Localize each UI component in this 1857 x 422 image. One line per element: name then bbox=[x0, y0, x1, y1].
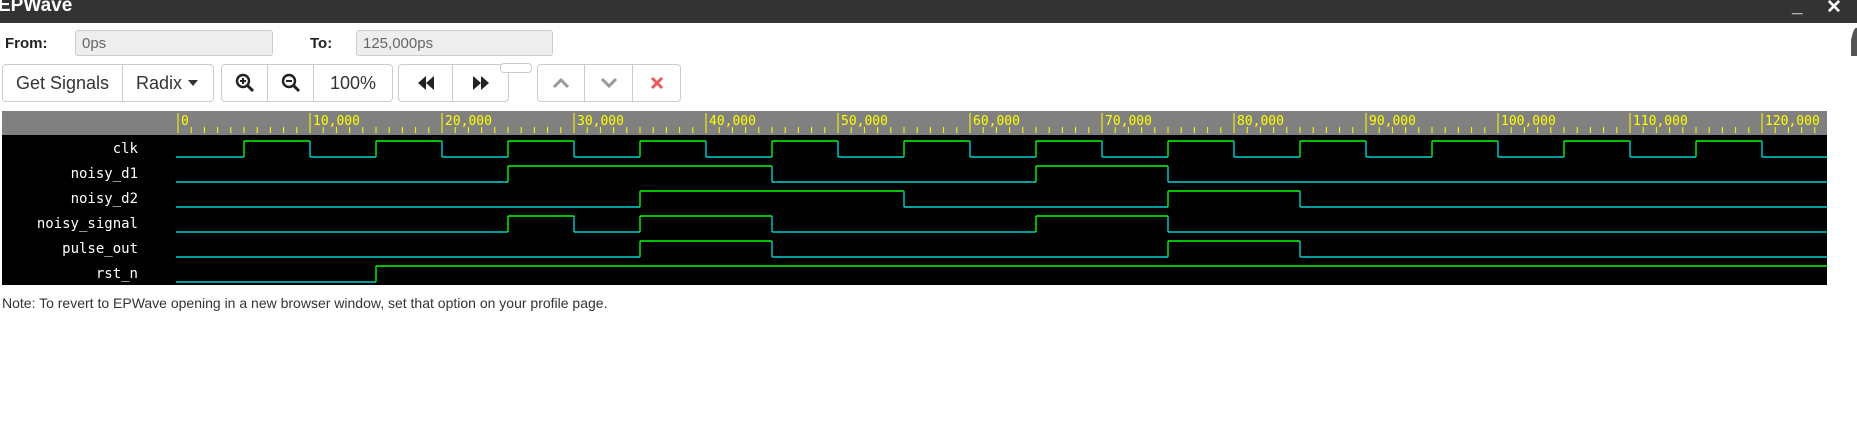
ruler-label: 100,000 bbox=[1501, 114, 1556, 129]
title-bar: EPWave _ ✕ bbox=[0, 0, 1857, 23]
signal-name[interactable]: noisy_d2 bbox=[71, 191, 138, 207]
ruler-label: 20,000 bbox=[445, 114, 492, 129]
radix-label: Radix bbox=[135, 72, 183, 93]
caret-down-icon bbox=[188, 80, 199, 86]
vertical-scrollbar[interactable] bbox=[1851, 26, 1857, 56]
signal-order-group bbox=[537, 64, 681, 102]
footer-note: Note: To revert to EPWave opening in a n… bbox=[2, 295, 608, 311]
waveform-plot[interactable]: 0 10,000 20,000 30,000 40,000 50,000 60,000 70,… bbox=[176, 111, 1827, 285]
from-label: From: bbox=[5, 35, 48, 52]
window-title: EPWave bbox=[0, 0, 73, 16]
to-label: To: bbox=[310, 35, 333, 52]
signal-name[interactable]: rst_n bbox=[96, 266, 138, 282]
zoom-out-icon bbox=[281, 73, 300, 93]
down-arrow-icon bbox=[600, 77, 617, 89]
signal-name[interactable]: noisy_d1 bbox=[71, 166, 138, 182]
rewind-button[interactable] bbox=[399, 65, 453, 101]
ruler-label: 110,000 bbox=[1633, 114, 1688, 129]
zoom-group: 100% bbox=[221, 64, 393, 102]
signal-name-header bbox=[2, 111, 176, 135]
blank-button[interactable] bbox=[500, 63, 532, 73]
radix-dropdown[interactable]: Radix bbox=[123, 65, 213, 101]
ruler-label: 40,000 bbox=[709, 114, 756, 129]
ruler-label: 90,000 bbox=[1369, 114, 1416, 129]
zoom-level[interactable]: 100% bbox=[314, 65, 392, 101]
close-icon[interactable]: ✕ bbox=[1826, 0, 1842, 19]
delete-icon bbox=[650, 76, 663, 90]
get-signals-button[interactable]: Get Signals bbox=[3, 65, 123, 101]
signal-name[interactable]: clk bbox=[113, 141, 138, 157]
time-range-bar: From: 0ps To: 125,000ps bbox=[0, 29, 1857, 59]
signal-name[interactable]: noisy_signal bbox=[37, 216, 138, 232]
ruler-label: 70,000 bbox=[1105, 114, 1152, 129]
minimize-icon[interactable]: _ bbox=[1792, 0, 1803, 18]
signal-name[interactable]: pulse_out bbox=[62, 241, 138, 257]
zoom-in-icon bbox=[235, 73, 254, 93]
move-down-button[interactable] bbox=[585, 65, 633, 101]
signals-group: Get Signals Radix bbox=[2, 64, 214, 102]
ruler-label: 60,000 bbox=[973, 114, 1020, 129]
navigate-group bbox=[398, 64, 509, 102]
delete-signal-button[interactable] bbox=[633, 65, 680, 101]
from-field[interactable]: 0ps bbox=[75, 30, 273, 56]
toolbar: Get Signals Radix 100% bbox=[0, 63, 1857, 102]
ruler-label: 120,000 bbox=[1765, 114, 1820, 129]
zoom-out-button[interactable] bbox=[268, 65, 314, 101]
signal-name-panel: clk noisy_d1 noisy_d2 noisy_signal pulse… bbox=[2, 111, 176, 285]
ruler-label: 0 bbox=[181, 114, 189, 129]
to-field[interactable]: 125,000ps bbox=[356, 30, 553, 56]
fast-forward-icon bbox=[472, 76, 489, 90]
zoom-in-button[interactable] bbox=[222, 65, 268, 101]
rewind-icon bbox=[417, 76, 434, 90]
ruler-label: 50,000 bbox=[841, 114, 888, 129]
waveform-viewer: clk noisy_d1 noisy_d2 noisy_signal pulse… bbox=[2, 111, 1827, 285]
ruler-label: 10,000 bbox=[313, 114, 360, 129]
move-up-button[interactable] bbox=[538, 65, 585, 101]
ruler-label: 30,000 bbox=[577, 114, 624, 129]
ruler-label: 80,000 bbox=[1237, 114, 1284, 129]
up-arrow-icon bbox=[552, 77, 570, 89]
